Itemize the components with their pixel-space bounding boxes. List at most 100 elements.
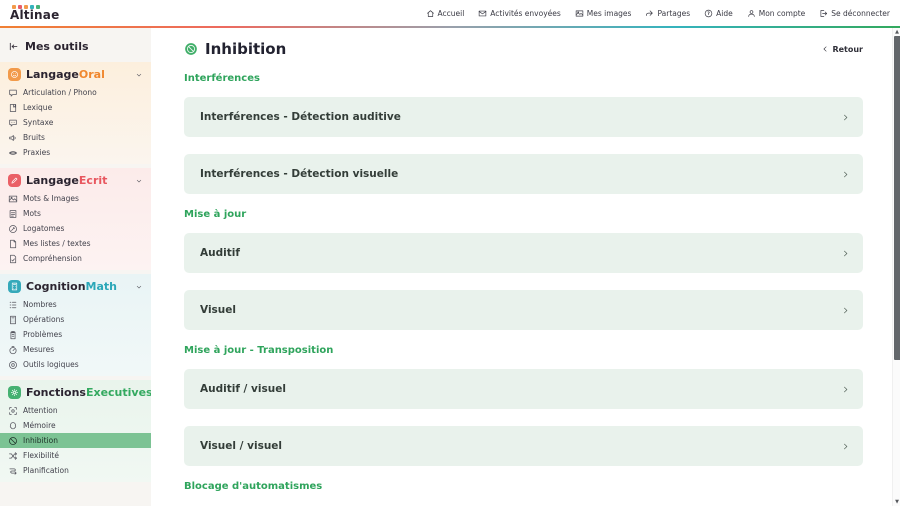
- sidebar-item-comprehension[interactable]: Compréhension: [0, 251, 151, 266]
- focus-icon: [8, 406, 18, 416]
- page-title: Inhibition: [205, 40, 286, 58]
- group-heading: Mise à jour: [184, 209, 863, 220]
- prohibition-icon: [8, 436, 18, 446]
- nav-label: Partages: [657, 9, 690, 18]
- exercise-card-auditif-visuel[interactable]: Auditif / visuel: [184, 369, 863, 409]
- nav-aide[interactable]: ? Aide: [704, 9, 733, 18]
- sidebar-section-header-fonctions-executives[interactable]: FonctionsExecutives: [0, 383, 151, 403]
- scrollbar[interactable]: ▲ ▼: [892, 28, 900, 506]
- sidebar-section-cognition-math: CognitionMath Nombres Opérations Problèm…: [0, 274, 151, 376]
- envelope-icon: [478, 9, 487, 18]
- sidebar-item-outils-logiques[interactable]: Outils logiques: [0, 357, 151, 372]
- sidebar-item-flexibilite[interactable]: Flexibilité: [0, 448, 151, 463]
- pen-circle-icon: [8, 224, 18, 234]
- sidebar-item-memoire[interactable]: Mémoire: [0, 418, 151, 433]
- back-button[interactable]: Retour: [821, 45, 863, 54]
- nav-label: Activités envoyées: [490, 9, 561, 18]
- sidebar-item-label: Planification: [23, 466, 69, 475]
- puzzle-icon: [8, 360, 18, 370]
- nav-mes-images[interactable]: Mes images: [575, 9, 632, 18]
- chevron-left-icon: [821, 45, 829, 53]
- sidebar-section-title: LangageEcrit: [26, 174, 107, 187]
- chevron-down-icon[interactable]: [135, 283, 143, 291]
- sidebar-item-praxies[interactable]: Praxies: [0, 145, 151, 160]
- main-content: Inhibition Retour Interférences Interfér…: [151, 28, 892, 506]
- doc-check-icon: [8, 254, 18, 264]
- chevron-right-icon: [841, 170, 850, 179]
- nav-label: Se déconnecter: [831, 9, 890, 18]
- exercise-card-visuel[interactable]: Visuel: [184, 290, 863, 330]
- scroll-up-arrow[interactable]: ▲: [893, 28, 900, 36]
- exercise-card-auditif[interactable]: Auditif: [184, 233, 863, 273]
- sidebar-item-bruits[interactable]: Bruits: [0, 130, 151, 145]
- brain-icon: [8, 421, 18, 431]
- nav-se-deconnecter[interactable]: Se déconnecter: [819, 9, 890, 18]
- sidebar: Mes outils LangageOral Articulation / Ph…: [0, 28, 151, 506]
- sidebar-section-header-langage-ecrit[interactable]: LangageEcrit: [0, 171, 151, 191]
- sidebar-item-label: Articulation / Phono: [23, 88, 97, 97]
- sidebar-item-label: Opérations: [23, 315, 64, 324]
- speaker-icon: [8, 133, 18, 143]
- clipboard-icon: [8, 330, 18, 340]
- exercise-card-interferences-detection-visuelle[interactable]: Interférences - Détection visuelle: [184, 154, 863, 194]
- sidebar-section-fonctions-executives: FonctionsExecutives Attention Mémoire In…: [0, 380, 151, 482]
- sidebar-item-label: Mots & Images: [23, 194, 79, 203]
- sidebar-item-lexique[interactable]: Lexique: [0, 100, 151, 115]
- brand-logo[interactable]: Altinae: [10, 4, 59, 22]
- sidebar-section-title: CognitionMath: [26, 280, 117, 293]
- sidebar-item-mots[interactable]: Mots: [0, 206, 151, 221]
- doc-icon: [8, 239, 18, 249]
- sidebar-item-problemes[interactable]: Problèmes: [0, 327, 151, 342]
- top-header: Altinae Accueil Activités envoyées Mes i…: [0, 0, 900, 26]
- sidebar-item-label: Syntaxe: [23, 118, 53, 127]
- sidebar-item-nombres[interactable]: Nombres: [0, 297, 151, 312]
- nav-accueil[interactable]: Accueil: [426, 9, 465, 18]
- sidebar-item-inhibition[interactable]: Inhibition: [0, 433, 151, 448]
- sidebar-item-label: Compréhension: [23, 254, 82, 263]
- sidebar-item-planification[interactable]: Planification: [0, 463, 151, 478]
- sidebar-item-articulation-phono[interactable]: Articulation / Phono: [0, 85, 151, 100]
- logout-icon: [819, 9, 828, 18]
- scroll-down-arrow[interactable]: ▼: [893, 498, 900, 506]
- sidebar-item-mesures[interactable]: Mesures: [0, 342, 151, 357]
- group-heading: Interférences: [184, 73, 863, 84]
- sidebar-item-label: Mémoire: [23, 421, 56, 430]
- sidebar-item-label: Mes listes / textes: [23, 239, 91, 248]
- exercise-card-visuel-visuel[interactable]: Visuel / visuel: [184, 426, 863, 466]
- sidebar-item-mots-images[interactable]: Mots & Images: [0, 191, 151, 206]
- nav-label: Accueil: [438, 9, 465, 18]
- nav-partages[interactable]: Partages: [645, 9, 690, 18]
- speech-bubble-icon: [8, 88, 18, 98]
- chevron-right-icon: [841, 113, 850, 122]
- chevron-right-icon: [841, 306, 850, 315]
- scroll-thumb[interactable]: [894, 36, 900, 360]
- sidebar-item-label: Logatomes: [23, 224, 64, 233]
- help-icon: ?: [704, 9, 713, 18]
- group-mise-a-jour-transposition: Mise à jour - Transposition Auditif / vi…: [184, 345, 863, 466]
- sidebar-section-langage-ecrit: LangageEcrit Mots & Images Mots Logatome…: [0, 168, 151, 270]
- chevron-down-icon[interactable]: [135, 71, 143, 79]
- nav-mon-compte[interactable]: Mon compte: [747, 9, 806, 18]
- sidebar-item-attention[interactable]: Attention: [0, 403, 151, 418]
- stopwatch-icon: [8, 345, 18, 355]
- calculator-icon: [8, 280, 21, 293]
- sidebar-item-syntaxe[interactable]: Syntaxe: [0, 115, 151, 130]
- collapse-sidebar-icon[interactable]: [8, 41, 19, 52]
- nav-activites-envoyees[interactable]: Activités envoyées: [478, 9, 561, 18]
- smiley-icon: [8, 68, 21, 81]
- sidebar-item-label: Nombres: [23, 300, 57, 309]
- sidebar-item-label: Flexibilité: [23, 451, 59, 460]
- chevron-down-icon[interactable]: [135, 177, 143, 185]
- sidebar-item-mes-listes-textes[interactable]: Mes listes / textes: [0, 236, 151, 251]
- sidebar-item-logatomes[interactable]: Logatomes: [0, 221, 151, 236]
- sidebar-item-label: Praxies: [23, 148, 50, 157]
- exercise-card-title: Visuel / visuel: [200, 440, 282, 452]
- home-icon: [426, 9, 435, 18]
- calculator-icon: [8, 315, 18, 325]
- exercise-card-title: Auditif / visuel: [200, 383, 286, 395]
- exercise-card-interferences-detection-auditive[interactable]: Interférences - Détection auditive: [184, 97, 863, 137]
- sidebar-section-header-langage-oral[interactable]: LangageOral: [0, 65, 151, 85]
- nav-label: Mon compte: [759, 9, 806, 18]
- sidebar-item-operations[interactable]: Opérations: [0, 312, 151, 327]
- sidebar-section-header-cognition-math[interactable]: CognitionMath: [0, 277, 151, 297]
